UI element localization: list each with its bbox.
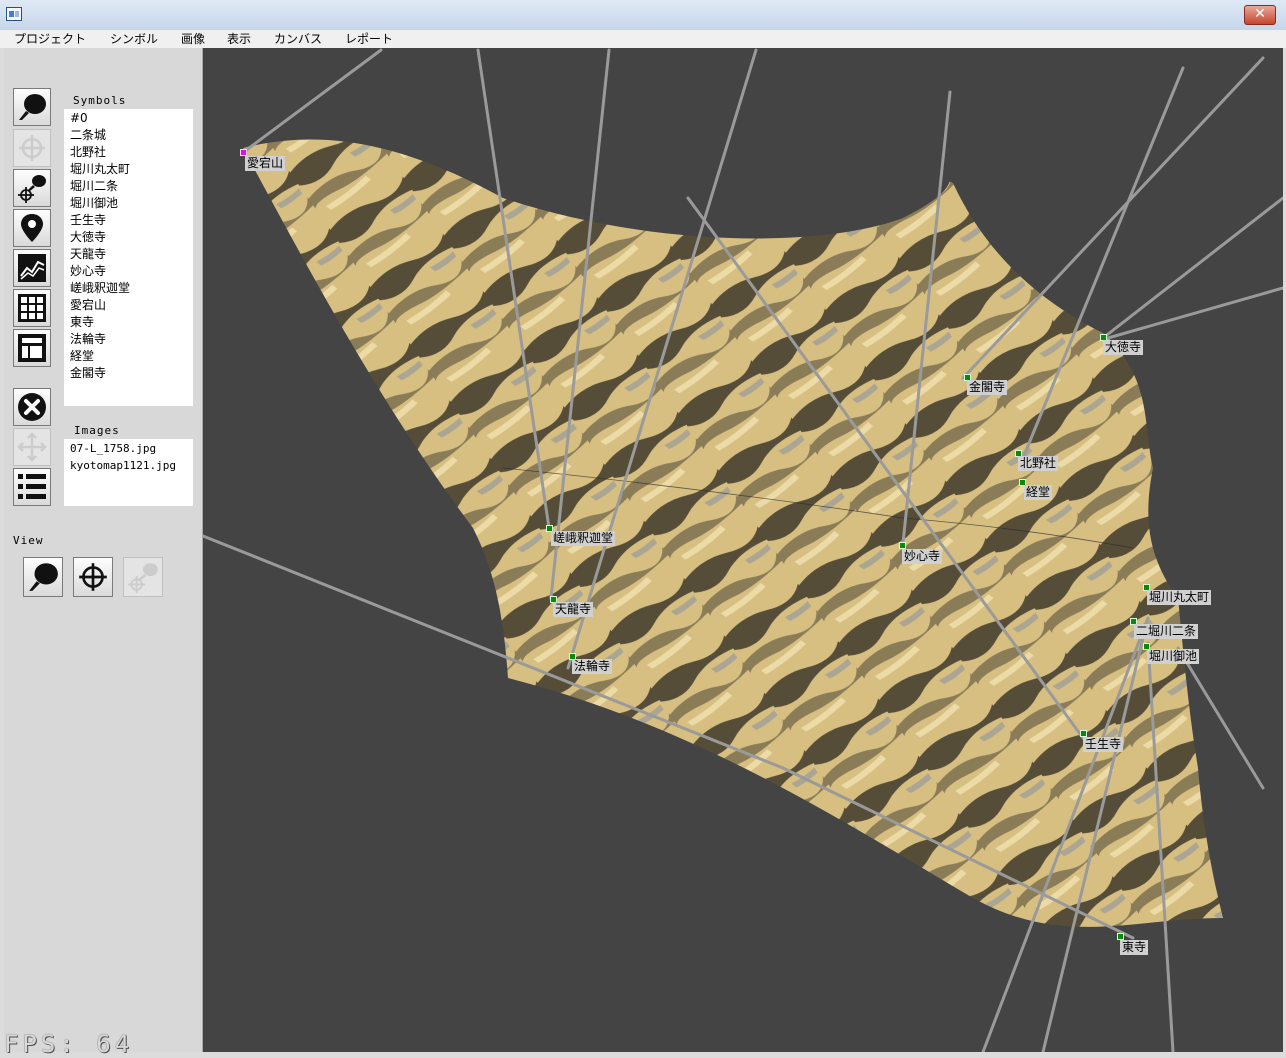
menu-image[interactable]: 画像	[181, 31, 205, 47]
symbol-brush-icon	[19, 94, 46, 120]
symbol-marker[interactable]	[1117, 933, 1124, 940]
crosshair-icon	[19, 135, 45, 161]
symbol-brush-icon	[29, 563, 58, 591]
list-button[interactable]	[13, 468, 51, 506]
symbol-label-horinji[interactable]: 法輪寺	[572, 659, 613, 674]
close-button[interactable]: ✕	[1244, 5, 1276, 25]
brush-crosshair-icon	[128, 563, 158, 593]
symbol-marker[interactable]	[1080, 730, 1087, 737]
view-crosshair-button[interactable]	[73, 557, 113, 597]
app-icon[interactable]	[6, 7, 22, 21]
line-chart-icon	[18, 254, 46, 282]
symbol-label-saga-shakado[interactable]: 嵯峨釈迦堂	[551, 531, 616, 546]
view-brush-crosshair-button[interactable]	[123, 557, 163, 597]
symbol-brush-button[interactable]	[13, 88, 51, 126]
symbol-label-kyodo[interactable]: 経堂	[1024, 485, 1053, 500]
brush-crosshair-button[interactable]	[13, 169, 51, 207]
menu-bar: プロジェクト シンボル 画像 表示 カンバス レポート	[0, 30, 1286, 48]
list-item[interactable]: 北野社	[70, 144, 193, 161]
list-item[interactable]: #0	[70, 110, 193, 127]
symbol-label-myoshinji[interactable]: 妙心寺	[902, 549, 943, 564]
move-arrows-icon	[17, 432, 47, 462]
move-button[interactable]	[13, 428, 51, 466]
title-bar: ✕	[0, 0, 1286, 31]
symbol-label-kitanosha[interactable]: 北野社	[1018, 456, 1059, 471]
list-item[interactable]: 天龍寺	[70, 246, 193, 263]
menu-canvas[interactable]: カンバス	[274, 31, 322, 47]
crosshair-icon	[79, 563, 107, 591]
menu-symbol[interactable]: シンボル	[110, 31, 158, 47]
list-item[interactable]: kyotomap1121.jpg	[70, 457, 193, 474]
list-item[interactable]: 壬生寺	[70, 212, 193, 229]
map-pin-button[interactable]	[13, 209, 51, 247]
list-item[interactable]: 愛宕山	[70, 297, 193, 314]
list-item[interactable]: 法輪寺	[70, 331, 193, 348]
layout-button[interactable]	[13, 329, 51, 367]
crosshair-button[interactable]	[13, 129, 51, 167]
menu-project[interactable]: プロジェクト	[14, 31, 86, 47]
symbol-label-toji[interactable]: 東寺	[1120, 940, 1149, 955]
list-item[interactable]: 大徳寺	[70, 229, 193, 246]
warped-map-surface	[203, 48, 1283, 1052]
line-chart-button[interactable]	[13, 249, 51, 287]
symbols-title: Symbols	[73, 94, 127, 107]
list-item[interactable]: 東寺	[70, 314, 193, 331]
symbol-label-horikawa-marutamachi[interactable]: 堀川丸太町	[1147, 590, 1212, 605]
layout-icon	[18, 334, 46, 362]
symbol-label-horikawa-oike[interactable]: 堀川御池	[1147, 649, 1200, 664]
symbol-label-horikawa-nijo[interactable]: 二堀川二条	[1134, 624, 1199, 639]
list-item[interactable]: 金閣寺	[70, 365, 193, 382]
list-icon	[18, 474, 46, 499]
map-canvas[interactable]: 愛宕山 大徳寺 金閣寺 北野社 経堂 嵯峨釈迦堂 妙心寺 堀川丸太町 二堀川二条…	[203, 48, 1283, 1052]
brush-crosshair-icon	[18, 175, 46, 203]
symbol-label-mibudera[interactable]: 壬生寺	[1083, 737, 1124, 752]
symbol-label-tenryuji[interactable]: 天龍寺	[553, 602, 594, 617]
symbol-marker[interactable]	[240, 149, 247, 156]
menu-report[interactable]: レポート	[345, 31, 393, 47]
grid-button[interactable]	[13, 289, 51, 327]
view-brush-button[interactable]	[23, 557, 63, 597]
grid-icon	[18, 294, 46, 322]
list-item[interactable]: 二条城	[70, 127, 193, 144]
left-panel: Symbols #0 二条城 北野社 堀川丸太町 堀川二条 堀川御池 壬生寺 大…	[4, 48, 203, 1052]
images-title: Images	[74, 424, 120, 437]
list-item[interactable]: 07-L_1758.jpg	[70, 440, 193, 457]
list-item[interactable]: 堀川御池	[70, 195, 193, 212]
images-list[interactable]: 07-L_1758.jpg kyotomap1121.jpg	[64, 439, 193, 506]
symbol-label-atagoyama[interactable]: 愛宕山	[245, 156, 286, 171]
symbol-label-daitokuji[interactable]: 大徳寺	[1103, 340, 1144, 355]
list-item[interactable]: 堀川丸太町	[70, 161, 193, 178]
list-item[interactable]: 妙心寺	[70, 263, 193, 280]
delete-icon	[18, 393, 46, 421]
delete-button[interactable]	[13, 388, 51, 426]
menu-view[interactable]: 表示	[227, 31, 251, 47]
fps-counter: FPS: 64	[4, 1030, 134, 1058]
symbol-label-kinkakuji[interactable]: 金閣寺	[967, 380, 1008, 395]
view-title: View	[13, 534, 44, 547]
symbol-marker[interactable]	[899, 542, 906, 549]
list-item[interactable]: 嵯峨釈迦堂	[70, 280, 193, 297]
symbols-list[interactable]: #0 二条城 北野社 堀川丸太町 堀川二条 堀川御池 壬生寺 大徳寺 天龍寺 妙…	[64, 109, 193, 406]
list-item[interactable]: 経堂	[70, 348, 193, 365]
list-item[interactable]: 堀川二条	[70, 178, 193, 195]
map-pin-icon	[21, 214, 43, 242]
